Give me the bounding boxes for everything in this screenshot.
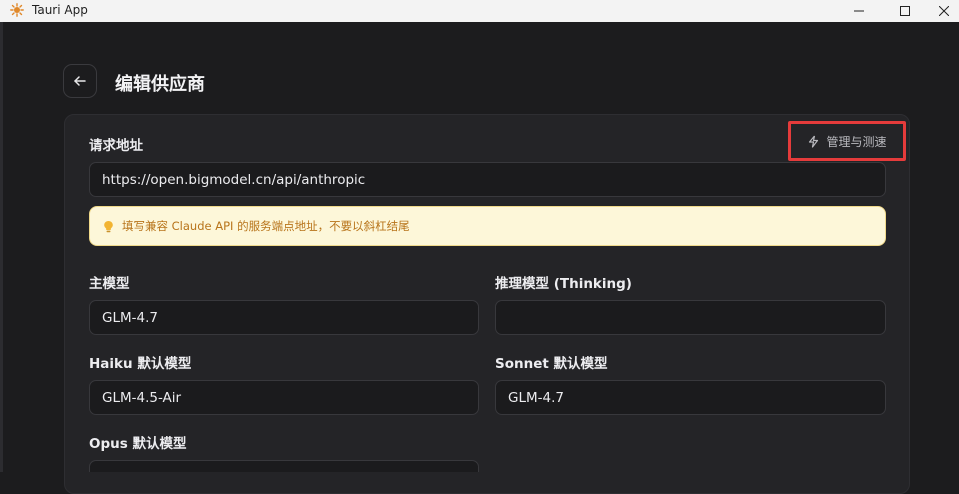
reasoning-model-label: 推理模型 (Thinking) xyxy=(495,276,632,292)
arrow-left-icon xyxy=(74,76,86,86)
lightbulb-icon xyxy=(104,220,113,232)
haiku-model-value: GLM-4.5-Air xyxy=(102,389,182,406)
hint-text: 填写兼容 Claude API 的服务端点地址，不要以斜杠结尾 xyxy=(122,219,410,233)
reasoning-model-input[interactable] xyxy=(495,300,886,335)
page-title: 编辑供应商 xyxy=(115,74,205,95)
sonnet-model-value: GLM-4.7 xyxy=(508,389,564,406)
opus-model-label: Opus 默认模型 xyxy=(89,436,187,452)
request-url-input[interactable]: https://open.bigmodel.cn/api/anthropic xyxy=(89,162,886,197)
maximize-button[interactable] xyxy=(882,0,928,22)
lightning-icon xyxy=(809,135,819,148)
close-icon xyxy=(938,6,949,16)
manage-speedtest-button[interactable]: 管理与测速 xyxy=(788,121,906,161)
sonnet-model-input[interactable]: GLM-4.7 xyxy=(495,380,886,415)
window-edge xyxy=(0,22,3,472)
main-model-value: GLM-4.7 xyxy=(102,309,158,326)
haiku-model-label: Haiku 默认模型 xyxy=(89,356,192,372)
haiku-model-input[interactable]: GLM-4.5-Air xyxy=(89,380,479,415)
window-titlebar: Tauri App xyxy=(0,0,959,22)
minimize-icon xyxy=(854,10,864,12)
request-url-label: 请求地址 xyxy=(89,138,143,154)
close-button[interactable] xyxy=(928,0,959,22)
maximize-icon xyxy=(900,6,910,16)
main-model-input[interactable]: GLM-4.7 xyxy=(89,300,479,335)
back-button[interactable] xyxy=(63,64,97,98)
sonnet-model-label: Sonnet 默认模型 xyxy=(495,356,608,372)
minimize-button[interactable] xyxy=(836,0,882,22)
main-model-label: 主模型 xyxy=(89,276,130,292)
request-url-hint: 填写兼容 Claude API 的服务端点地址，不要以斜杠结尾 xyxy=(89,206,886,246)
opus-model-input[interactable] xyxy=(89,460,479,472)
tauri-logo-icon xyxy=(10,3,24,17)
manage-speedtest-label: 管理与测速 xyxy=(826,134,887,149)
window-title: Tauri App xyxy=(32,3,88,17)
request-url-value: https://open.bigmodel.cn/api/anthropic xyxy=(102,171,366,188)
